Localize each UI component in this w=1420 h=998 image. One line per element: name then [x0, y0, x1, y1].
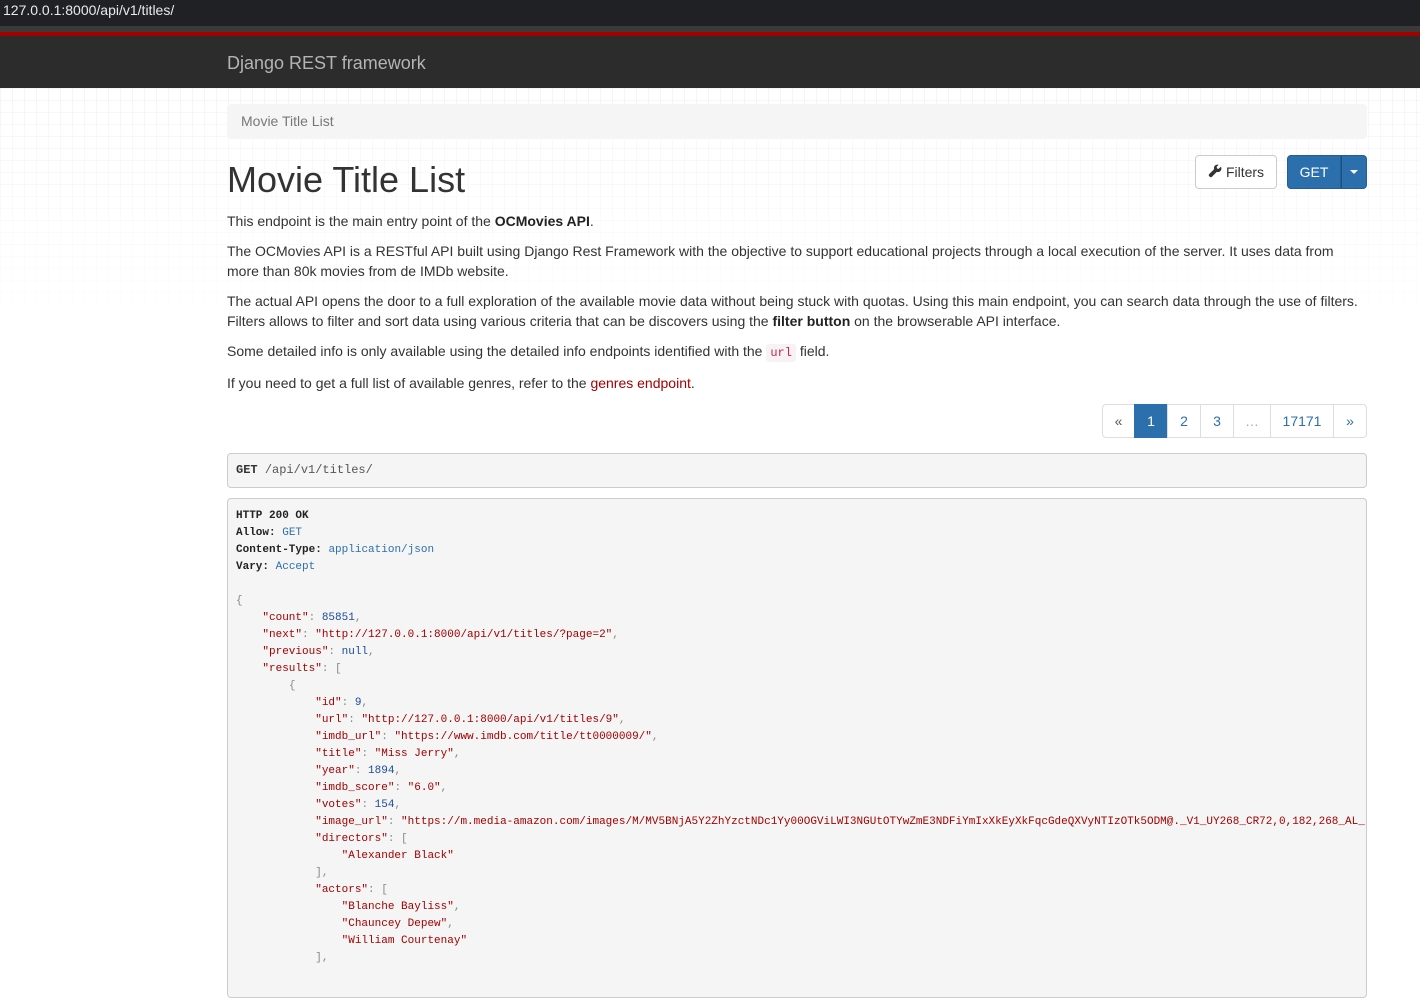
wrench-icon [1208, 164, 1222, 181]
header-value: GET [282, 527, 303, 539]
get-button[interactable]: GET [1287, 155, 1341, 189]
page-title: Movie Title List [227, 159, 466, 200]
description-paragraph: Some detailed info is only available usi… [227, 343, 830, 362]
request-info: GET /api/v1/titles/ [227, 453, 1367, 488]
pagination-page-2[interactable]: 2 [1167, 404, 1201, 438]
description-paragraph: The actual API opens the door to a full … [227, 293, 1358, 329]
pagination-next[interactable]: » [1333, 404, 1367, 438]
header-key: Vary: [236, 561, 270, 573]
json-votes: 154 [374, 799, 395, 811]
get-button-group: GET [1287, 155, 1367, 189]
header-value: application/json [328, 544, 435, 556]
pagination-prev[interactable]: « [1102, 404, 1135, 438]
json-actor: "Chauncey Depew" [341, 918, 448, 930]
pagination-last-page[interactable]: 17171 [1270, 404, 1334, 438]
response-status: HTTP 200 OK [236, 510, 309, 522]
url-field-code: url [766, 344, 796, 362]
request-method: GET [236, 463, 258, 477]
filters-button[interactable]: Filters [1195, 155, 1277, 189]
json-next[interactable]: "http://127.0.0.1:8000/api/v1/titles/?pa… [315, 629, 612, 641]
filter-button-mention: filter button [772, 313, 851, 329]
json-director: "Alexander Black" [341, 850, 454, 862]
header-key: Allow: [236, 527, 276, 539]
json-imdb-score: "6.0" [407, 782, 441, 794]
json-actor: "Blanche Bayliss" [341, 901, 454, 913]
json-url[interactable]: "http://127.0.0.1:8000/api/v1/titles/9" [361, 714, 618, 726]
json-previous: null [341, 646, 369, 658]
pagination-page-3[interactable]: 3 [1200, 404, 1234, 438]
json-actor: "William Courtenay" [341, 935, 468, 947]
browser-address-bar[interactable]: 127.0.0.1:8000/api/v1/titles/ [0, 0, 1420, 26]
navbar-brand[interactable]: Django REST framework [227, 53, 426, 74]
main-content: Movie Title List Movie Title List Filter… [227, 104, 1367, 998]
chevron-down-icon [1350, 170, 1358, 174]
json-title: "Miss Jerry" [374, 748, 454, 760]
json-imdb-url[interactable]: "https://www.imdb.com/title/tt0000009/" [394, 731, 651, 743]
description-paragraph: This endpoint is the main entry point of… [227, 213, 594, 229]
header-value: Accept [275, 561, 316, 573]
request-path: /api/v1/titles/ [264, 463, 373, 477]
page-header: Movie Title List Filters GET [227, 155, 1367, 211]
response-body[interactable]: HTTP 200 OK Allow: GET Content-Type: appli… [227, 498, 1367, 998]
top-navbar: Django REST framework [0, 32, 1420, 88]
endpoint-description: This endpoint is the main entry point of… [227, 211, 1367, 393]
breadcrumb: Movie Title List [227, 104, 1367, 139]
pagination-ellipsis: … [1233, 404, 1271, 438]
breadcrumb-item: Movie Title List [241, 113, 334, 129]
description-paragraph: If you need to get a full list of availa… [227, 375, 695, 391]
genres-endpoint-link[interactable]: genres endpoint [590, 375, 690, 391]
filters-button-label: Filters [1225, 164, 1265, 180]
pagination: « 1 2 3 … 17171 » [1102, 404, 1367, 438]
address-bar-url[interactable]: 127.0.0.1:8000/api/v1/titles/ [3, 2, 174, 18]
get-dropdown-toggle[interactable] [1341, 155, 1367, 189]
description-paragraph: The OCMovies API is a RESTful API built … [227, 243, 1334, 279]
json-image-url[interactable]: "https://m.media-amazon.com/images/M/MV5… [401, 816, 1365, 828]
json-year: 1894 [368, 765, 395, 777]
json-count: 85851 [321, 612, 355, 624]
header-key: Content-Type: [236, 544, 322, 556]
pagination-page-1[interactable]: 1 [1134, 404, 1168, 438]
api-name: OCMovies API [494, 213, 590, 229]
